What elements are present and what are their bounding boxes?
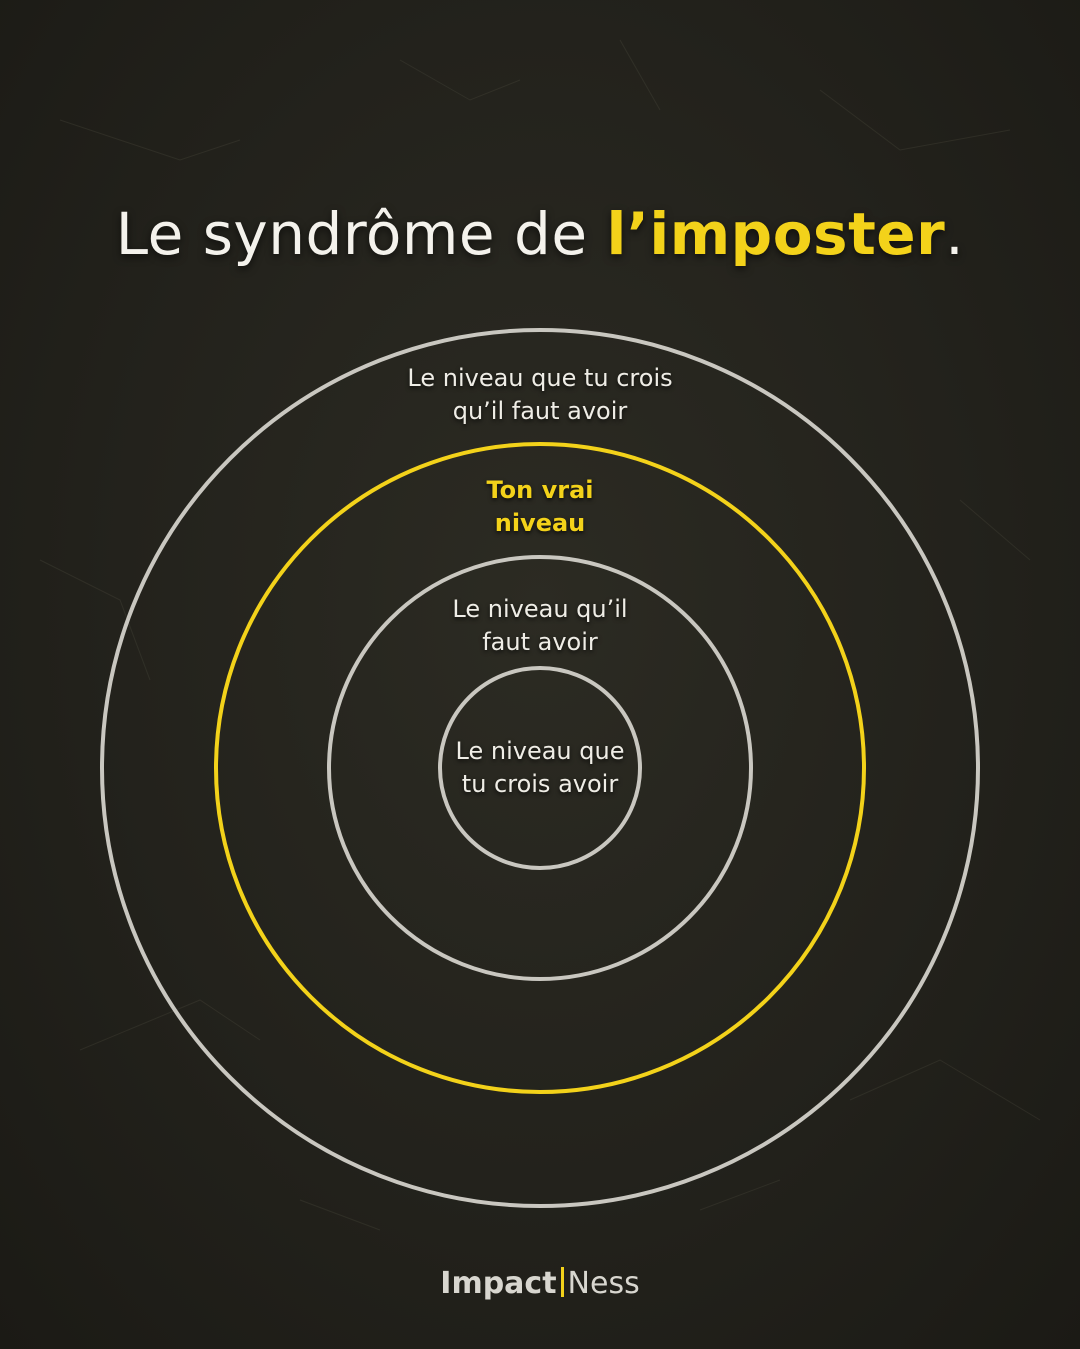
logo-separator [560,1267,564,1297]
ring-required-level-label: Le niveau qu’il faut avoir [390,593,690,659]
ring-outer-label: Le niveau que tu crois qu’il faut avoir [340,362,740,428]
ring-true-level-label-line1: Ton vrai [486,476,594,504]
ring-inner-label-line1: Le niveau que [455,737,625,765]
ring-true-level-label: Ton vrai niveau [390,474,690,540]
concentric-circles-diagram [100,328,980,1208]
brand-logo: Impact Ness [0,1262,1080,1306]
ring-required-level-label-line1: Le niveau qu’il [452,595,628,623]
logo-part-ness: Ness [567,1266,640,1301]
ring-true-level-label-line2: niveau [494,509,586,537]
ring-outer-label-line2: qu’il faut avoir [452,397,628,425]
ring-outer-label-line1: Le niveau que tu crois [407,364,673,392]
ring-inner-label: Le niveau que tu crois avoir [415,735,665,801]
ring-inner-label-line2: tu crois avoir [461,770,619,798]
logo-part-impact: Impact [440,1266,557,1301]
ring-required-level-label-line2: faut avoir [482,628,598,656]
